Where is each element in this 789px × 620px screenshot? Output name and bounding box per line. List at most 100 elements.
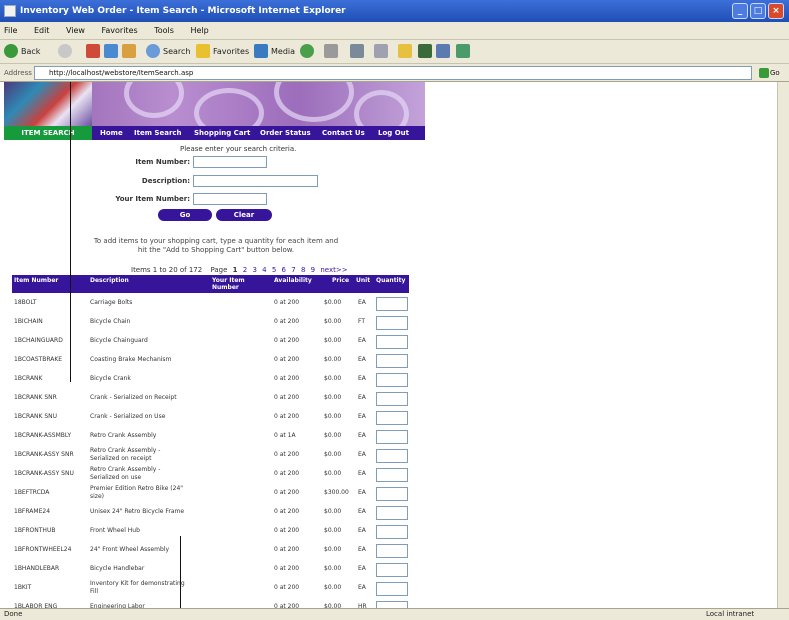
clear-button[interactable]: Clear (216, 209, 272, 221)
quantity-input[interactable] (376, 297, 408, 311)
pager-page-9[interactable]: 9 (311, 266, 315, 274)
cell-unit: EA (358, 584, 366, 591)
nav-contact-us[interactable]: Contact Us (322, 126, 365, 140)
instructions-line-2: hit the "Add to Shopping Cart" button be… (137, 246, 295, 254)
description-input[interactable] (193, 175, 318, 187)
maximize-button[interactable]: □ (750, 3, 766, 19)
refresh-icon[interactable] (104, 44, 118, 58)
folder-icon[interactable] (398, 44, 412, 58)
nav-shopping-cart[interactable]: Shopping Cart (194, 126, 250, 140)
quantity-input[interactable] (376, 506, 408, 520)
table-row: 1BCRANK SNU Crank - Serialized on Use 0 at… (12, 409, 409, 428)
cell-price: $0.00 (324, 337, 342, 344)
table-row: 1BCRANK-ASSY SNU Retro Crank Assembly - 0 … (12, 466, 409, 485)
header-item-number: Item Number (14, 277, 59, 284)
pager-page-5[interactable]: 5 (272, 266, 276, 274)
cell-unit: FT (358, 318, 366, 325)
cell-item-number: 1BCHAINGUARD (14, 337, 63, 344)
quantity-input[interactable] (376, 430, 408, 444)
menu-help[interactable]: Help (190, 26, 208, 35)
menu-tools[interactable]: Tools (154, 26, 174, 35)
cell-unit: EA (358, 565, 366, 572)
cell-description: Coasting Brake Mechanism (90, 356, 172, 363)
menu-edit[interactable]: Edit (34, 26, 50, 35)
pager-page-8[interactable]: 8 (301, 266, 305, 274)
quantity-input[interactable] (376, 468, 408, 482)
minimize-button[interactable]: _ (732, 3, 748, 19)
home-icon[interactable] (122, 44, 136, 58)
quantity-input[interactable] (376, 335, 408, 349)
forward-icon[interactable] (58, 44, 72, 58)
pager-page-label: Page (210, 266, 228, 274)
window-title: Inventory Web Order - Item Search - Micr… (20, 6, 346, 16)
quantity-input[interactable] (376, 487, 408, 501)
description-label: Description: (141, 177, 190, 185)
pager-page-6[interactable]: 6 (282, 266, 286, 274)
favorites-icon[interactable] (196, 44, 210, 58)
cell-price: $0.00 (324, 413, 342, 420)
cell-availability: 0 at 200 (274, 546, 300, 553)
pager-page-7[interactable]: 7 (291, 266, 295, 274)
media-icon[interactable] (254, 44, 268, 58)
address-input[interactable]: http://localhost/webstore/ItemSearch.asp (34, 66, 752, 80)
nav-item-search[interactable]: Item Search (134, 126, 182, 140)
close-button[interactable]: × (768, 3, 784, 19)
scrollbar[interactable] (777, 82, 789, 608)
cell-availability: 0 at 200 (274, 584, 300, 591)
nav-log-out[interactable]: Log Out (378, 126, 409, 140)
back-button-label[interactable]: Back (21, 44, 40, 60)
pager-page-2[interactable]: 2 (243, 266, 247, 274)
item-number-input[interactable] (193, 156, 267, 168)
cell-item-number: 1BICHAIN (14, 318, 43, 325)
quantity-input[interactable] (376, 354, 408, 368)
table-row: 1BCHAINGUARD Bicycle Chainguard 0 at 200 $0… (12, 333, 409, 352)
header-description: Description (90, 277, 129, 284)
menu-favorites[interactable]: Favorites (102, 26, 138, 35)
quantity-input[interactable] (376, 449, 408, 463)
browser-window: Inventory Web Order - Item Search - Micr… (0, 0, 789, 620)
cell-availability: 0 at 200 (274, 527, 300, 534)
nav-home[interactable]: Home (100, 126, 123, 140)
cell-availability: 0 at 200 (274, 356, 300, 363)
nav-order-status[interactable]: Order Status (260, 126, 311, 140)
quantity-input[interactable] (376, 316, 408, 330)
history-icon[interactable] (300, 44, 314, 58)
banner-photo (4, 82, 92, 126)
messenger-icon[interactable] (418, 44, 432, 58)
favorites-button-label[interactable]: Favorites (213, 44, 249, 60)
pager-page-4[interactable]: 4 (262, 266, 266, 274)
cell-unit: EA (358, 375, 366, 382)
go-button[interactable]: Go (758, 66, 786, 80)
discuss-icon[interactable] (456, 44, 470, 58)
edit-icon[interactable] (374, 44, 388, 58)
quantity-input[interactable] (376, 582, 408, 596)
cell-description: Crank - Serialized on Receipt (90, 394, 177, 401)
quantity-input[interactable] (376, 563, 408, 577)
table-row: 18BOLT Carriage Bolts 0 at 200 $0.00 EA (12, 295, 409, 314)
table-row: 1BEFTRCDA Premier Edition Retro Bike (24"… (12, 485, 409, 504)
pager-page-3[interactable]: 3 (252, 266, 256, 274)
your-item-number-input[interactable] (193, 193, 267, 205)
menu-file[interactable]: File (4, 26, 17, 35)
quantity-input[interactable] (376, 411, 408, 425)
quantity-input[interactable] (376, 544, 408, 558)
mail-icon[interactable] (324, 44, 338, 58)
media-button-label[interactable]: Media (271, 44, 295, 60)
quantity-input[interactable] (376, 525, 408, 539)
print-icon[interactable] (350, 44, 364, 58)
search-button-label[interactable]: Search (163, 44, 190, 60)
cell-unit: EA (358, 413, 366, 420)
research-icon[interactable] (436, 44, 450, 58)
search-hint: Please enter your search criteria. (180, 145, 297, 153)
go-search-button[interactable]: Go (158, 209, 212, 221)
pager-next[interactable]: next>> (320, 266, 347, 274)
quantity-input[interactable] (376, 601, 408, 608)
search-icon[interactable] (146, 44, 160, 58)
back-icon[interactable] (4, 44, 18, 58)
table-row: 1BCOASTBRAKE Coasting Brake Mechanism 0 at… (12, 352, 409, 371)
stop-icon[interactable] (86, 44, 100, 58)
quantity-input[interactable] (376, 373, 408, 387)
site-banner (4, 82, 425, 138)
menu-view[interactable]: View (66, 26, 85, 35)
quantity-input[interactable] (376, 392, 408, 406)
